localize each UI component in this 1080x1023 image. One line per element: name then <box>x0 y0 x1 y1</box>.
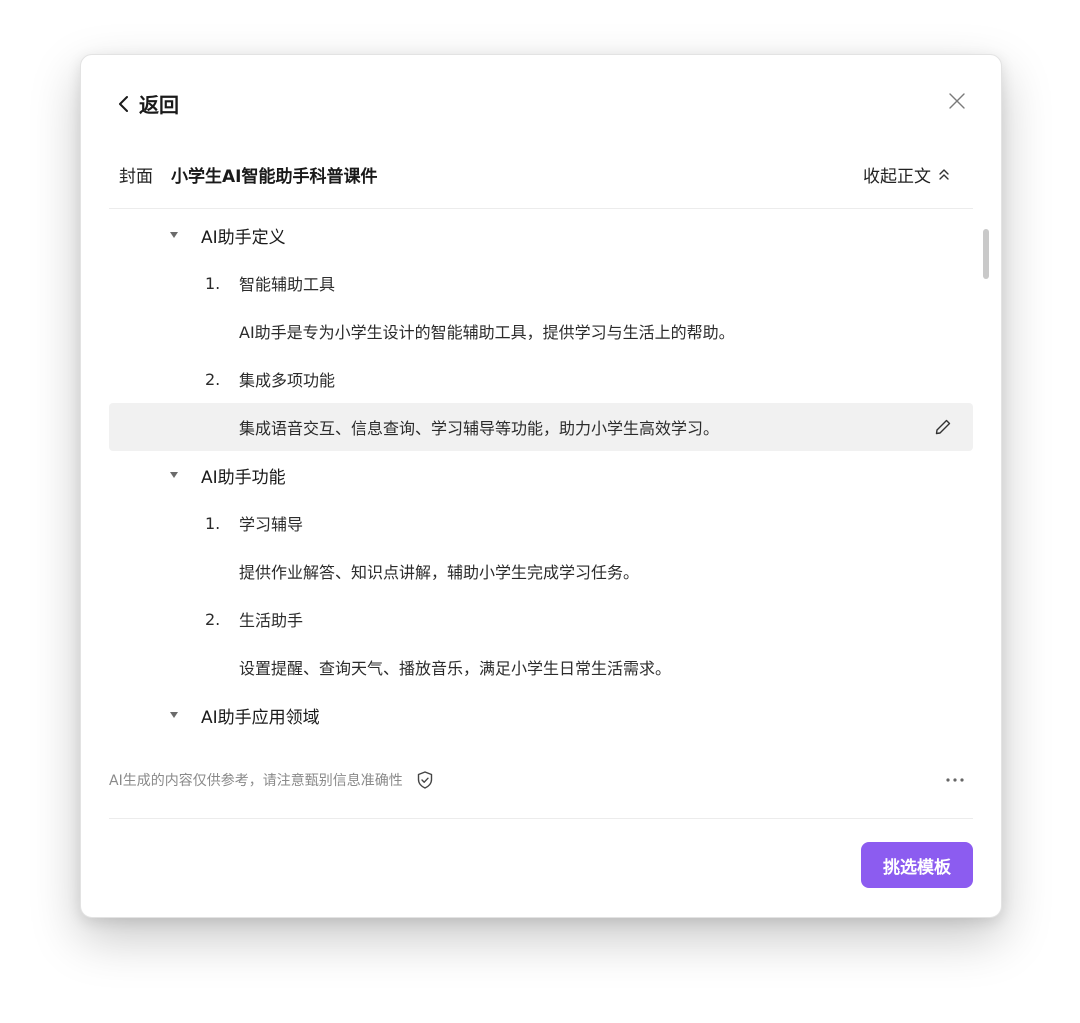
ai-disclaimer: AI生成的内容仅供参考，请注意甄别信息准确性 <box>109 770 435 790</box>
scrollbar-thumb[interactable] <box>983 229 989 279</box>
outline-item-row[interactable]: 1. 学习辅导 <box>109 499 973 547</box>
disclaimer-text: AI生成的内容仅供参考，请注意甄别信息准确性 <box>109 773 403 789</box>
outline-section-row[interactable]: AI助手定义 <box>109 211 973 259</box>
header-divider <box>109 208 973 209</box>
shield-check-icon[interactable] <box>415 770 435 790</box>
close-icon[interactable] <box>947 91 967 111</box>
choose-template-button[interactable]: 挑选模板 <box>861 842 973 888</box>
item-number: 2. <box>205 369 221 389</box>
section-title: AI助手功能 <box>201 467 286 488</box>
item-title: 集成多项功能 <box>239 371 336 390</box>
triangle-down-icon[interactable] <box>169 710 179 720</box>
deck-title: 小学生AI智能助手科普课件 <box>171 166 378 187</box>
item-title: 智能辅助工具 <box>239 275 336 294</box>
back-label: 返回 <box>139 93 179 117</box>
section-title: AI助手定义 <box>201 227 286 248</box>
item-number: 1. <box>205 273 221 293</box>
item-number: 1. <box>205 513 221 533</box>
section-title: AI助手应用领域 <box>201 707 320 728</box>
footer-divider <box>109 818 973 819</box>
item-number: 2. <box>205 609 221 629</box>
item-body: 设置提醒、查询天气、播放音乐，满足小学生日常生活需求。 <box>239 659 672 678</box>
item-body: 集成语音交互、信息查询、学习辅导等功能，助力小学生高效学习。 <box>239 419 720 438</box>
outline-item-row[interactable]: 1. 智能辅助工具 <box>109 259 973 307</box>
outline-item-row[interactable]: 2. 生活助手 <box>109 595 973 643</box>
collapse-body-button[interactable]: 收起正文 <box>863 162 951 187</box>
cover-label: 封面 <box>119 166 153 187</box>
collapse-label: 收起正文 <box>863 166 931 187</box>
item-body: AI助手是专为小学生设计的智能辅助工具，提供学习与生活上的帮助。 <box>239 323 735 342</box>
title-bar: 封面 小学生AI智能助手科普课件 收起正文 <box>119 159 951 189</box>
back-button[interactable]: 返回 <box>117 89 179 118</box>
outline-section-row[interactable]: AI助手应用领域 <box>109 691 973 739</box>
outline-item-row[interactable]: 2. 集成多项功能 <box>109 355 973 403</box>
chevron-left-icon <box>119 95 128 112</box>
outline-body-row[interactable]: 提供作业解答、知识点讲解，辅助小学生完成学习任务。 <box>109 547 973 595</box>
outline-section-row[interactable]: AI助手功能 <box>109 451 973 499</box>
double-chevron-up-icon <box>939 169 949 180</box>
outline-body-row-hovered[interactable]: 集成语音交互、信息查询、学习辅导等功能，助力小学生高效学习。 <box>109 403 973 451</box>
item-title: 生活助手 <box>239 611 304 630</box>
triangle-down-icon[interactable] <box>169 470 179 480</box>
item-body: 提供作业解答、知识点讲解，辅助小学生完成学习任务。 <box>239 563 640 582</box>
outline-list: AI助手定义 1. 智能辅助工具 AI助手是专为小学生设计的智能辅助工具，提供学… <box>109 211 973 743</box>
more-horizontal-icon[interactable] <box>943 770 967 790</box>
outline-dialog: 返回 封面 小学生AI智能助手科普课件 收起正文 AI助手定义 1. 智能辅助工… <box>80 54 1002 918</box>
triangle-down-icon[interactable] <box>169 230 179 240</box>
item-title: 学习辅导 <box>239 515 304 534</box>
pencil-icon[interactable] <box>933 417 953 437</box>
outline-body-row[interactable]: AI助手是专为小学生设计的智能辅助工具，提供学习与生活上的帮助。 <box>109 307 973 355</box>
outline-body-row[interactable]: 设置提醒、查询天气、播放音乐，满足小学生日常生活需求。 <box>109 643 973 691</box>
